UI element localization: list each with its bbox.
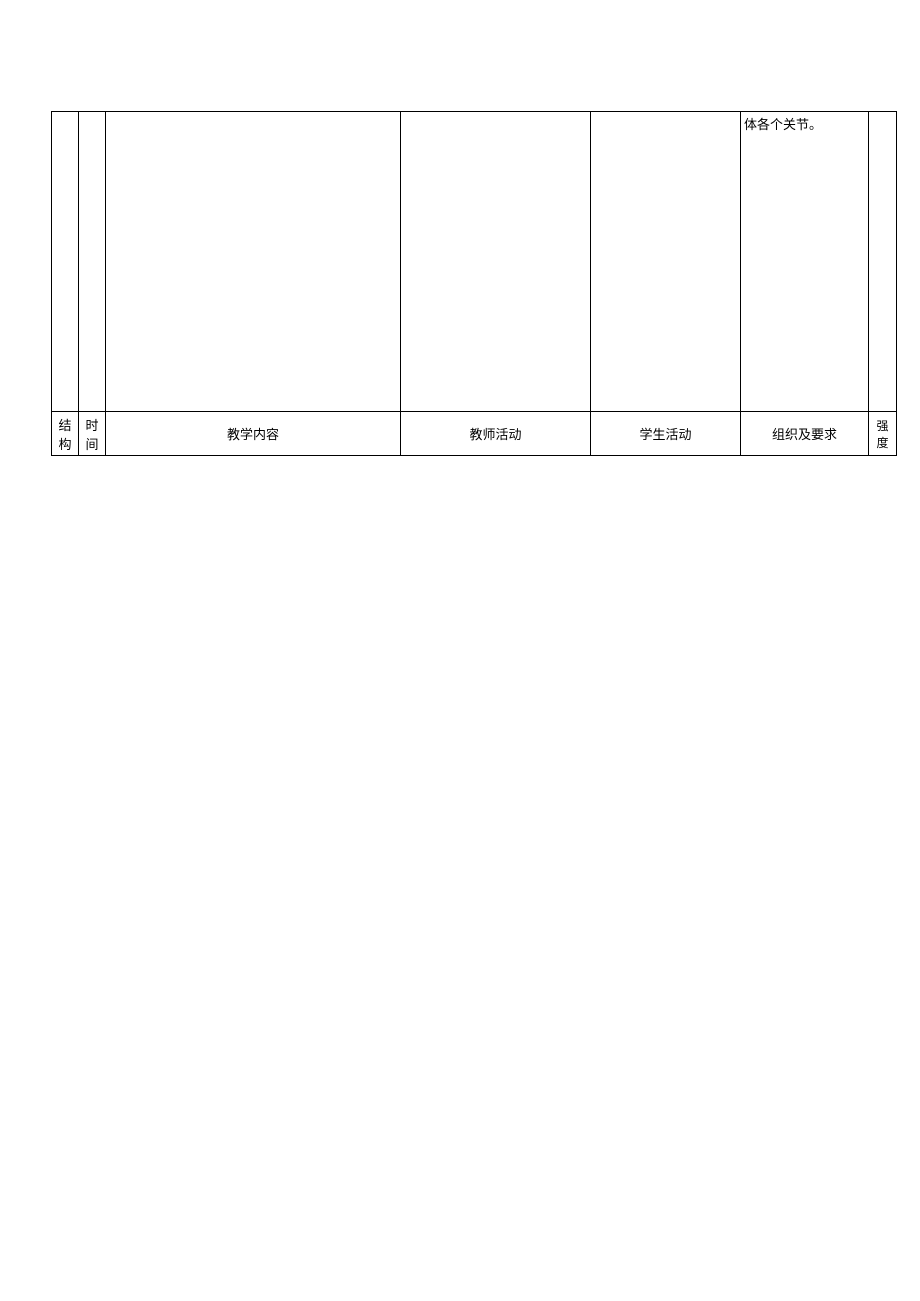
cell-student-content (591, 112, 741, 412)
header-intensity-text: 强度 (876, 419, 888, 450)
cell-teacher-content (401, 112, 591, 412)
header-content-text: 教学内容 (227, 427, 279, 442)
header-teacher-text: 教师活动 (469, 427, 521, 442)
header-organize: 组织及要求 (741, 412, 869, 456)
cell-teaching-content (106, 112, 401, 412)
table-row-header: 结构 时间 教学内容 教师活动 学生活动 组织及要求 强度 (52, 412, 897, 456)
header-organize-text: 组织及要求 (772, 427, 837, 442)
cell-organize-content: 体各个关节。 (741, 112, 869, 412)
cell-time-content (79, 112, 106, 412)
header-time-text: 时间 (85, 418, 98, 452)
header-structure: 结构 (52, 412, 79, 456)
cell-intensity-content (869, 112, 897, 412)
header-student: 学生活动 (591, 412, 741, 456)
header-teacher: 教师活动 (401, 412, 591, 456)
table-row-content: 体各个关节。 (52, 112, 897, 412)
cell-structure-content (52, 112, 79, 412)
header-structure-text: 结构 (58, 418, 71, 452)
header-student-text: 学生活动 (639, 427, 691, 442)
header-intensity: 强度 (869, 412, 897, 456)
header-content: 教学内容 (106, 412, 401, 456)
table: 体各个关节。 结构 时间 教学内容 教师活动 学生活动 组织及要求 强度 (51, 111, 897, 456)
header-time: 时间 (79, 412, 106, 456)
lesson-plan-table: 体各个关节。 结构 时间 教学内容 教师活动 学生活动 组织及要求 强度 (51, 111, 869, 456)
